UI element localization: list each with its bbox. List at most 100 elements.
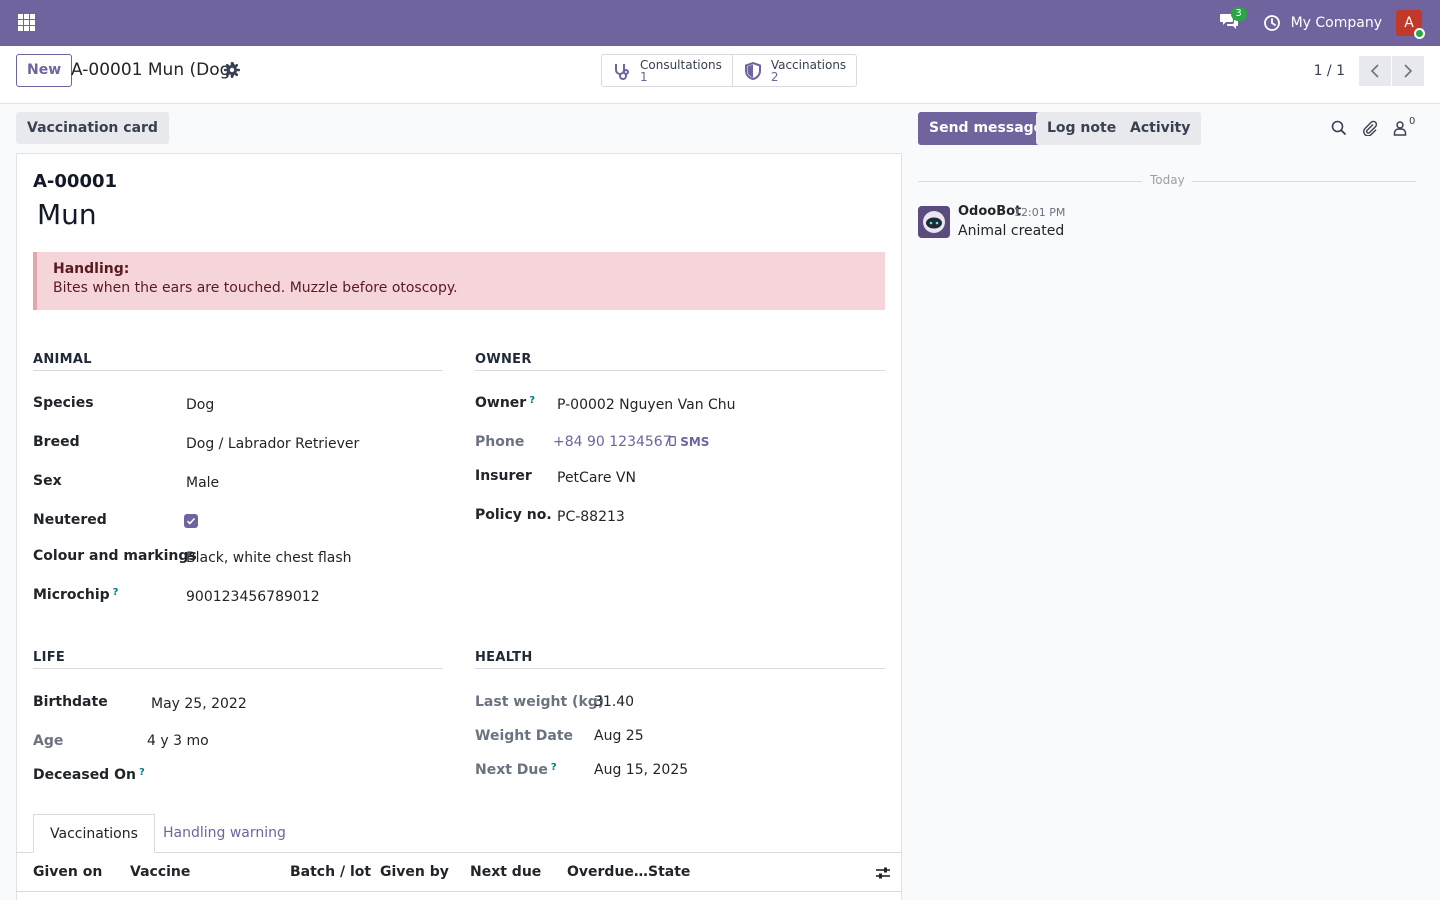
group-title-owner: OWNER	[475, 352, 532, 367]
species-label: Species	[33, 395, 94, 411]
help-tooltip-icon[interactable]: ?	[551, 762, 557, 773]
species-field[interactable]: Dog	[186, 397, 214, 413]
microchip-label-text: Microchip	[33, 587, 110, 603]
top-navbar: 3 My Company A	[0, 0, 1440, 46]
owner-label: Owner?	[475, 395, 535, 411]
last-weight-value: 31.40	[594, 694, 635, 710]
tab-vaccinations[interactable]: Vaccinations	[33, 814, 155, 853]
policy-field[interactable]: PC-88213	[557, 509, 625, 525]
messaging-icon[interactable]: 3	[1219, 7, 1247, 34]
user-initial: A	[1404, 15, 1414, 31]
deceased-on-field[interactable]	[151, 767, 411, 787]
age-value: 4 y 3 mo	[147, 733, 209, 749]
message-body: Animal created	[958, 223, 1065, 239]
checkmark-icon	[186, 517, 196, 525]
group-divider	[33, 668, 443, 669]
microchip-label: Microchip?	[33, 587, 118, 603]
consultations-smart-button[interactable]: Consultations 1	[602, 55, 732, 86]
alert-title: Handling:	[53, 261, 130, 277]
navbar-systray: 3 My Company A	[1219, 0, 1425, 46]
owner-field[interactable]: P-00002 Nguyen Van Chu	[557, 397, 736, 413]
log-note-button[interactable]: Log note	[1036, 112, 1128, 145]
column-header-vaccine[interactable]: Vaccine	[130, 864, 190, 880]
neutered-checkbox[interactable]	[184, 514, 198, 528]
pager-next-button[interactable]	[1392, 56, 1424, 86]
consultations-label: Consultations	[640, 57, 722, 72]
breadcrumb-record-title: A-00001 Mun (Dog)	[71, 60, 238, 80]
user-avatar[interactable]: A	[1396, 10, 1425, 39]
activity-button[interactable]: Activity	[1119, 112, 1202, 145]
neutered-label: Neutered	[33, 512, 107, 528]
next-due-value: Aug 15, 2025	[594, 762, 689, 778]
followers-count: 0	[1409, 116, 1416, 127]
form-sheet: A-00001 Mun Handling: Bites when the ear…	[16, 153, 902, 900]
breed-field[interactable]: Dog / Labrador Retriever	[186, 436, 359, 452]
column-header-state[interactable]: State	[648, 864, 690, 880]
separator-line	[918, 181, 1142, 182]
paperclip-icon[interactable]	[1362, 120, 1378, 136]
search-icon[interactable]	[1331, 120, 1347, 136]
birthdate-label: Birthdate	[33, 694, 108, 710]
sms-label: SMS	[680, 435, 710, 449]
animal-name-field[interactable]: Mun	[37, 198, 97, 231]
message-time: 12:01 PM	[1014, 206, 1066, 219]
pager: 1 / 1	[1314, 56, 1424, 86]
tab-handling-warning[interactable]: Handling warning	[147, 814, 302, 853]
column-header-overdue[interactable]: Overdue…	[567, 864, 648, 880]
company-switcher[interactable]: My Company	[1291, 15, 1382, 31]
record-reference: A-00001	[33, 171, 118, 192]
vaccination-card-button[interactable]: Vaccination card	[16, 112, 169, 144]
vaccinations-table-header: Given on Vaccine Batch / lot Given by Ne…	[17, 854, 901, 892]
followers-icon[interactable]	[1393, 120, 1407, 136]
date-separator: Today	[918, 173, 1416, 189]
insurer-field[interactable]: PetCare VN	[557, 470, 636, 486]
online-status-dot	[1414, 28, 1425, 39]
help-tooltip-icon[interactable]: ?	[139, 767, 145, 778]
group-title-health: HEALTH	[475, 650, 533, 665]
column-header-given-by[interactable]: Given by	[380, 864, 449, 880]
colour-markings-field[interactable]: Black, white chest flash	[186, 550, 352, 566]
deceased-on-label-text: Deceased On	[33, 767, 136, 783]
chevron-left-icon	[1370, 64, 1379, 78]
column-header-given-on[interactable]: Given on	[33, 864, 102, 880]
vaccinations-smart-button[interactable]: Vaccinations 2	[731, 55, 856, 86]
notebook-tabs: Vaccinations Handling warning	[17, 814, 901, 853]
apps-menu-icon[interactable]	[18, 14, 35, 31]
send-message-button[interactable]: Send message	[918, 112, 1055, 145]
control-panel: New A-00001 Mun (Dog) Consultations 1 Va…	[0, 46, 1440, 104]
insurer-label: Insurer	[475, 468, 532, 484]
help-tooltip-icon[interactable]: ?	[113, 587, 119, 598]
phone-link[interactable]: +84 90 1234567	[553, 434, 672, 450]
new-record-button[interactable]: New	[16, 54, 73, 87]
activity-clock-icon[interactable]	[1263, 14, 1281, 32]
phone-label: Phone	[475, 434, 525, 450]
gear-icon[interactable]	[224, 62, 240, 78]
message-author[interactable]: OdooBot	[958, 204, 1021, 219]
column-header-next-due[interactable]: Next due	[470, 864, 541, 880]
vaccinations-count: 2	[770, 69, 779, 84]
mobile-phone-icon	[669, 436, 676, 446]
next-due-label-text: Next Due	[475, 762, 548, 778]
robot-face-icon	[918, 206, 950, 238]
owner-label-text: Owner	[475, 395, 527, 411]
group-title-life: LIFE	[33, 650, 66, 665]
sms-button[interactable]: SMS	[669, 435, 709, 449]
weight-date-label: Weight Date	[475, 728, 574, 744]
help-tooltip-icon[interactable]: ?	[529, 395, 535, 406]
microchip-field[interactable]: 900123456789012	[186, 589, 320, 605]
last-weight-label: Last weight (kg)	[475, 694, 605, 710]
smart-buttons: Consultations 1 Vaccinations 2	[601, 54, 858, 87]
group-title-animal: ANIMAL	[33, 352, 92, 367]
sex-field[interactable]: Male	[186, 475, 219, 491]
consultations-count: 1	[640, 69, 648, 84]
odoobot-avatar[interactable]	[918, 206, 950, 238]
pager-value[interactable]: 1 / 1	[1314, 63, 1345, 79]
sex-label: Sex	[33, 473, 62, 489]
alert-text: Bites when the ears are touched. Muzzle …	[53, 280, 458, 296]
breed-label: Breed	[33, 434, 80, 450]
pager-previous-button[interactable]	[1359, 56, 1391, 86]
column-header-batch-lot[interactable]: Batch / lot	[290, 864, 371, 880]
chevron-right-icon	[1404, 64, 1413, 78]
optional-columns-icon[interactable]	[875, 865, 891, 881]
birthdate-field[interactable]: May 25, 2022	[151, 696, 247, 712]
